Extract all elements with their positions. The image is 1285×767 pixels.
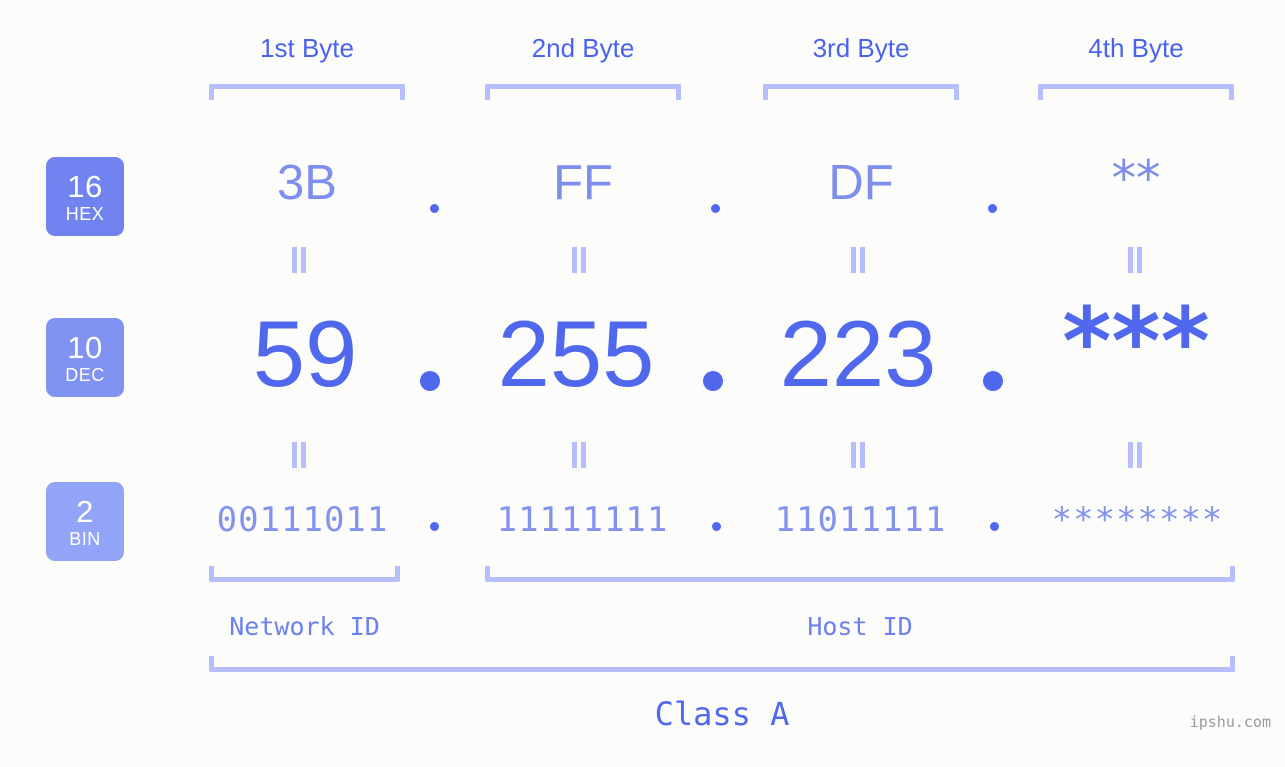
bin-separator-dot-1 [430, 522, 439, 531]
bin-value-byte-1: 00111011 [216, 500, 389, 540]
base-badge-bin[interactable]: 2 BIN [46, 482, 124, 561]
site-watermark: ipshu.com [1189, 713, 1271, 731]
dec-value-byte-3: 223 [779, 301, 937, 406]
base-badge-hex-name: HEX [65, 203, 105, 224]
dec-separator-dot-1 [420, 371, 440, 391]
equals-hex-dec-3 [851, 247, 867, 273]
hex-value-byte-4: ** [1111, 150, 1161, 207]
dec-separator-dot-3 [983, 371, 1003, 391]
dec-value-byte-4: *** [1062, 288, 1210, 397]
ip-address-breakdown-diagram: 1st Byte 2nd Byte 3rd Byte 4th Byte 16 H… [0, 0, 1285, 767]
hex-value-byte-3: DF [828, 156, 894, 210]
equals-hex-dec-4 [1128, 247, 1144, 273]
equals-hex-dec-1 [292, 247, 308, 273]
bin-value-byte-2: 11111111 [496, 500, 669, 540]
network-id-bracket [209, 566, 400, 582]
bin-separator-dot-2 [712, 522, 721, 531]
class-label: Class A [654, 695, 790, 733]
byte-header-1: 1st Byte [260, 33, 354, 63]
class-bracket [209, 656, 1235, 672]
equals-dec-bin-2 [572, 442, 588, 468]
hex-separator-dot-3 [988, 204, 997, 213]
byte-header-2: 2nd Byte [531, 33, 635, 63]
host-id-label: Host ID [807, 612, 913, 641]
dec-separator-dot-2 [703, 371, 723, 391]
base-badge-dec-name: DEC [65, 364, 105, 385]
dec-value-byte-1: 59 [252, 301, 358, 406]
byte-header-4: 4th Byte [1088, 33, 1184, 63]
equals-dec-bin-1 [292, 442, 308, 468]
bin-value-byte-3: 11011111 [774, 500, 947, 540]
network-id-label: Network ID [229, 612, 380, 641]
hex-value-byte-2: FF [553, 156, 613, 210]
base-badge-hex[interactable]: 16 HEX [46, 157, 124, 236]
base-badge-dec-number: 10 [67, 329, 103, 365]
host-id-bracket [485, 566, 1235, 582]
hex-separator-dot-2 [711, 204, 720, 213]
base-badge-bin-name: BIN [69, 528, 101, 549]
hex-separator-dot-1 [430, 204, 439, 213]
byte-bracket-4 [1038, 84, 1234, 100]
equals-dec-bin-4 [1128, 442, 1144, 468]
equals-hex-dec-2 [572, 247, 588, 273]
equals-dec-bin-3 [851, 442, 867, 468]
base-badge-bin-number: 2 [76, 493, 94, 529]
byte-header-3: 3rd Byte [812, 33, 910, 63]
base-badge-dec[interactable]: 10 DEC [46, 318, 124, 397]
byte-bracket-1 [209, 84, 405, 100]
byte-bracket-2 [485, 84, 681, 100]
base-badge-hex-number: 16 [67, 168, 103, 204]
bin-separator-dot-3 [990, 522, 999, 531]
hex-value-byte-1: 3B [277, 156, 337, 210]
dec-value-byte-2: 255 [497, 301, 655, 406]
bin-value-byte-4: ******** [1051, 500, 1224, 540]
byte-bracket-3 [763, 84, 959, 100]
